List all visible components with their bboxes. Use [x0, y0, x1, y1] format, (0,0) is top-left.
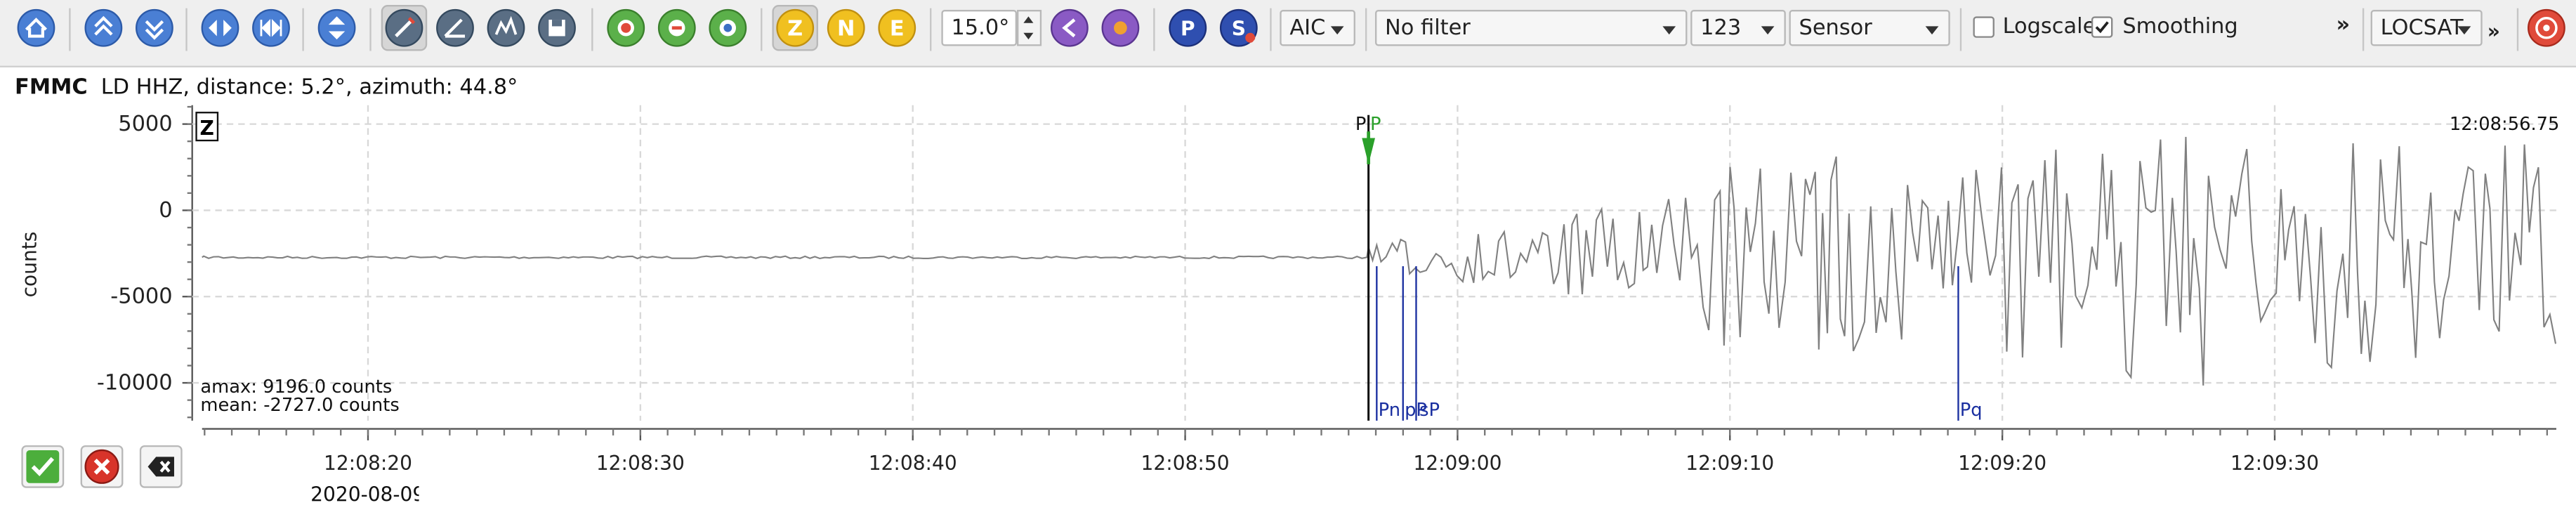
x-tick-label: 12:09:20 — [1958, 452, 2046, 475]
reject-button[interactable] — [80, 445, 124, 488]
x-tick-label: 12:08:20 — [324, 452, 412, 475]
y-tick-label: -10000 — [97, 370, 173, 395]
clear-pick-button[interactable] — [139, 445, 183, 488]
pick-label: P — [1370, 114, 1381, 135]
x-tick-label: 12:09:30 — [2230, 452, 2319, 475]
waveform-trace — [202, 136, 2557, 386]
theoretical-phase-label: Pn — [1379, 400, 1400, 421]
theoretical-phase-label: sP — [1419, 400, 1440, 421]
x-tick-label: 12:09:00 — [1413, 452, 1501, 475]
x-tick-label: 12:08:30 — [596, 452, 685, 475]
x-tick-label: 12:09:10 — [1685, 452, 1774, 475]
y-tick-label: 0 — [159, 198, 172, 223]
delete-icon — [147, 457, 174, 477]
x-tick-label: 12:08:50 — [1141, 452, 1230, 475]
mean-label: mean: -2727.0 counts — [200, 394, 400, 416]
x-tick-label: 12:08:40 — [869, 452, 957, 475]
close-icon — [84, 449, 119, 484]
time-readout: 12:08:56.75 — [2449, 113, 2560, 135]
y-tick-label: -5000 — [110, 284, 172, 309]
check-icon — [26, 450, 60, 483]
y-tick-label: 5000 — [118, 112, 172, 136]
date-label: 2020-08-09 — [310, 483, 419, 506]
theoretical-phase-label: Pq — [1960, 400, 1983, 421]
accept-button[interactable] — [21, 445, 65, 488]
pick-label: P — [1355, 114, 1367, 135]
seismogram-plot[interactable]: 5000 0 -5000 -10000 12:08:20 12:08:30 12:08:40… — [0, 0, 2576, 524]
component-badge: Z — [195, 112, 219, 142]
